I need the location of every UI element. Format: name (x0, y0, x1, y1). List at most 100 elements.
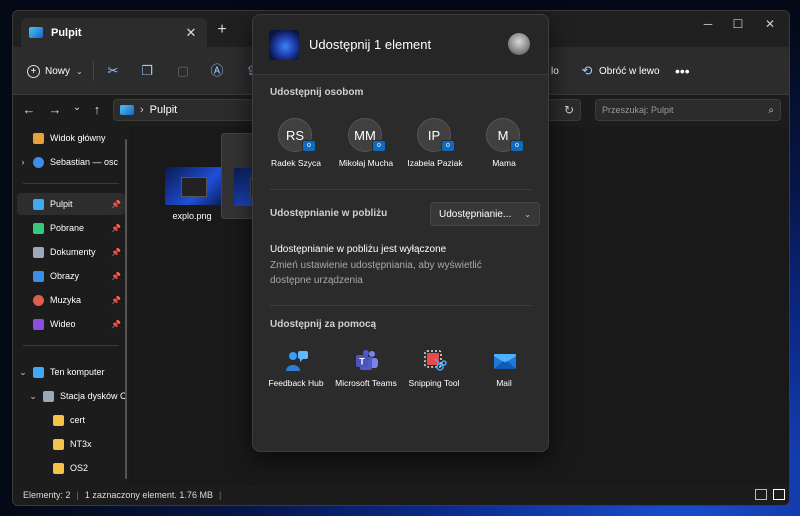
sidebar-item-dokumenty[interactable]: Dokumenty 📌 (17, 241, 125, 263)
item-count: Elementy: 2 (23, 490, 71, 500)
toolbar-partial-button[interactable]: lo (551, 61, 559, 81)
more-options-button[interactable]: ••• (675, 61, 690, 81)
sidebar-item-wideo[interactable]: Wideo 📌 (17, 313, 125, 335)
computer-icon (33, 366, 44, 378)
sidebar-item-label: Stacja dysków C (60, 391, 125, 401)
search-input[interactable] (602, 105, 769, 115)
contact-name: Mama (492, 158, 516, 168)
contact-name: Izabela Paziak (407, 158, 463, 168)
plus-icon: + (27, 64, 40, 78)
people-section-title: Udostępnij osobom (270, 87, 364, 98)
pin-icon: 📌 (111, 247, 121, 257)
desktop-icon (33, 198, 44, 210)
sidebar-item-onedrive[interactable]: › Sebastian — osc (17, 151, 125, 173)
nearby-sharing-dropdown[interactable]: Udostępnianie... ⌄ (430, 202, 540, 226)
nearby-sharing-value: Udostępnianie... (439, 208, 512, 220)
sidebar-item-obrazy[interactable]: Obrazy 📌 (17, 265, 125, 287)
pin-icon: 📌 (111, 319, 121, 329)
cloud-icon (33, 156, 44, 168)
forward-button[interactable]: → (47, 102, 63, 117)
apps-section-title: Udostępnij za pomocą (270, 319, 377, 330)
rotate-left-button[interactable]: ⟲ Obróć w lewo (579, 61, 660, 81)
sidebar-item-muzyka[interactable]: Muzyka 📌 (17, 289, 125, 311)
sidebar-item-label: NT3x (70, 439, 92, 449)
chevron-down-icon[interactable]: ⌄ (27, 391, 39, 402)
navigation-pane: Widok główny › Sebastian — osc Pulpit 📌 … (13, 127, 129, 487)
file-item[interactable]: explo.png (153, 133, 231, 221)
large-icons-view-icon[interactable] (773, 489, 785, 500)
refresh-icon[interactable]: ↻ (564, 103, 574, 117)
desktop-icon (120, 105, 134, 115)
close-tab-icon[interactable]: ✕ (183, 25, 199, 41)
sidebar-item-label: Widok główny (50, 133, 106, 143)
search-box[interactable]: ⌕ (595, 99, 781, 121)
pin-icon: 📌 (111, 295, 121, 305)
contact-name: Mikołaj Mucha (338, 158, 394, 168)
contact-mama[interactable]: M o Mama (469, 118, 539, 174)
image-thumbnail (165, 167, 225, 205)
share-dialog: Udostępnij 1 element Udostępnij osobom R… (252, 14, 549, 452)
folder-icon (53, 462, 64, 474)
sidebar-item-pulpit[interactable]: Pulpit 📌 (17, 193, 125, 215)
snipping-tool-icon (424, 350, 447, 371)
copy-button[interactable]: ❐ (139, 61, 155, 81)
sidebar-item-os2[interactable]: OS2 (37, 457, 125, 479)
svg-text:T: T (359, 357, 365, 367)
sidebar-scrollbar[interactable] (125, 139, 127, 479)
section-divider (270, 189, 532, 190)
app-mail[interactable]: Mail (467, 349, 541, 409)
new-label: Nowy (45, 65, 71, 77)
chevron-down-icon: ⌄ (76, 66, 83, 76)
sidebar-item-pobrane[interactable]: Pobrane 📌 (17, 217, 125, 239)
breadcrumb-pulpit[interactable]: Pulpit (150, 104, 178, 116)
search-icon[interactable]: ⌕ (768, 105, 774, 116)
up-button[interactable]: ↑ (89, 102, 105, 117)
sidebar-item-cert[interactable]: cert (37, 409, 125, 431)
minimize-button[interactable]: ─ (693, 17, 723, 31)
status-bar: Elementy: 2 | 1 zaznaczony element. 1.76… (13, 485, 789, 505)
toolbar-partial-label: lo (551, 65, 559, 77)
contact-name: Radek Szyca (270, 158, 322, 168)
image-icon (33, 270, 44, 282)
toolbar-divider (93, 61, 94, 81)
paste-button[interactable]: ▢ (175, 61, 191, 81)
maximize-button[interactable]: ☐ (723, 17, 753, 31)
recent-locations-icon[interactable]: ⌄ (69, 102, 85, 113)
pin-icon: 📌 (111, 199, 121, 209)
outlook-icon: o (510, 140, 524, 152)
tab-pulpit[interactable]: Pulpit ✕ (21, 18, 207, 47)
sidebar-item-drive-c[interactable]: ⌄ Stacja dysków C (27, 385, 125, 407)
nearby-sharing-hint: Zmień ustawienie udostępniania, aby wyśw… (270, 260, 482, 286)
rename-button[interactable]: Ⓐ (209, 61, 225, 81)
share-title: Udostępnij 1 element (309, 37, 432, 52)
mail-icon (494, 354, 516, 369)
new-button[interactable]: + Nowy ⌄ (27, 61, 83, 81)
sidebar-item-ten-komputer[interactable]: ⌄ Ten komputer (17, 361, 125, 383)
sidebar-divider (23, 345, 119, 346)
new-tab-button[interactable]: + (213, 21, 231, 39)
app-feedback-hub[interactable]: Feedback Hub (259, 349, 333, 409)
close-window-button[interactable]: ✕ (755, 17, 785, 31)
file-thumbnail (269, 30, 299, 60)
outlook-icon: o (302, 140, 316, 152)
clipboard-icon: ▢ (176, 63, 190, 78)
sidebar-item-label: OS2 (70, 463, 89, 473)
back-button[interactable]: ← (21, 102, 37, 117)
home-icon (33, 132, 44, 144)
nearby-sharing-label: Udostępnianie w pobliżu (270, 208, 388, 219)
contact-izabela-paziak[interactable]: IP o Izabela Paziak (400, 118, 470, 174)
teams-icon: T (356, 350, 378, 370)
sidebar-item-label: Ten komputer (50, 367, 105, 377)
sidebar-item-nt3x[interactable]: NT3x (37, 433, 125, 455)
contact-radek-szyca[interactable]: RS o Radek Szyca (261, 118, 331, 174)
contact-mikolaj-mucha[interactable]: MM o Mikołaj Mucha (331, 118, 401, 174)
chevron-down-icon[interactable]: ⌄ (17, 367, 29, 378)
drive-icon (43, 390, 54, 402)
rotate-left-label: Obróć w lewo (599, 65, 660, 77)
app-snipping-tool[interactable]: Snipping Tool (397, 349, 471, 409)
details-view-icon[interactable] (755, 489, 767, 500)
sidebar-item-home[interactable]: Widok główny (17, 127, 125, 149)
cut-button[interactable]: ✂ (105, 61, 121, 81)
avatar[interactable] (508, 33, 530, 55)
chevron-right-icon[interactable]: › (17, 157, 29, 167)
